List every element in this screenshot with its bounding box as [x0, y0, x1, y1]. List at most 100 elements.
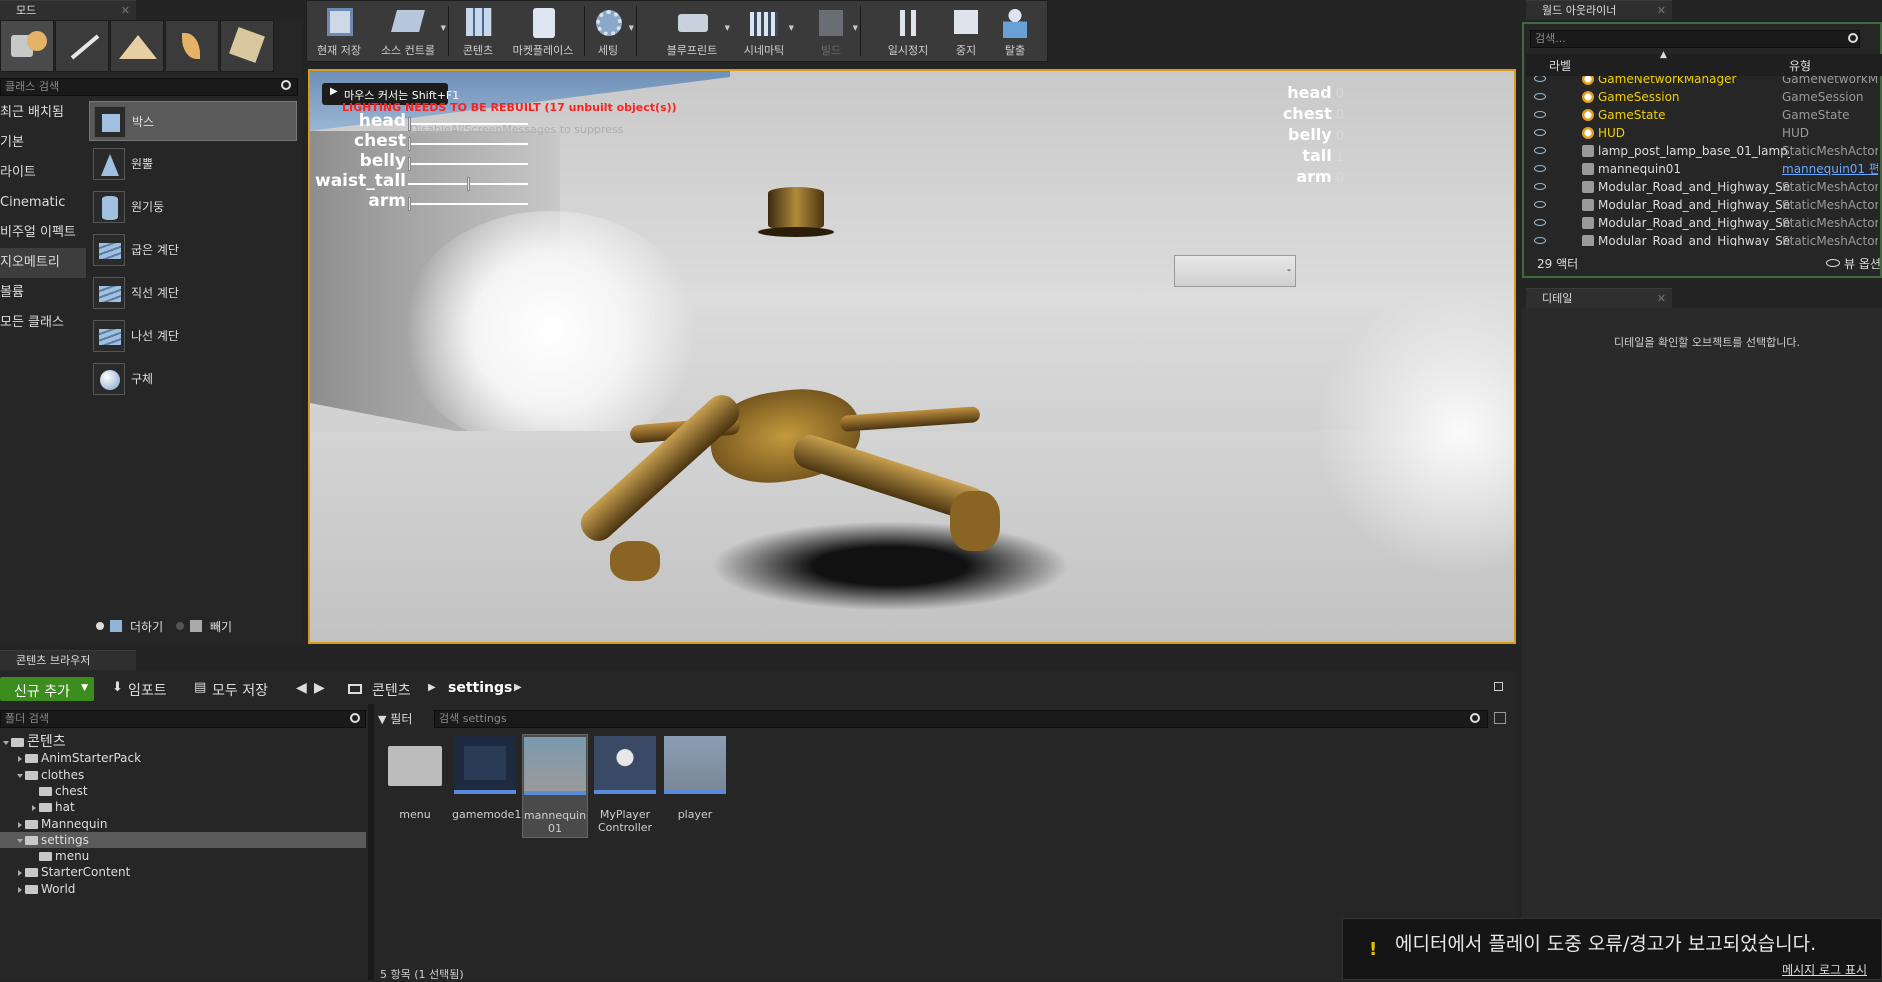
- toolbar-button-5[interactable]: 블루프린트 ▼: [656, 2, 730, 60]
- folder-tree-item[interactable]: AnimStarterPack: [0, 750, 366, 766]
- folder-tree-item[interactable]: settings: [0, 831, 366, 848]
- placeable-item[interactable]: 나선 계단: [89, 316, 297, 356]
- path-current[interactable]: settings: [448, 680, 512, 696]
- asset-tile[interactable]: player: [662, 734, 728, 838]
- add-radio[interactable]: [96, 622, 104, 630]
- eye-icon[interactable]: [1534, 183, 1546, 190]
- toolbar-button-0[interactable]: 현재 저장: [310, 2, 368, 60]
- paint-mode-icon[interactable]: [55, 20, 109, 72]
- eye-icon[interactable]: [1534, 76, 1546, 82]
- add-new-button[interactable]: 신규 추가 ▼: [0, 677, 94, 701]
- import-button[interactable]: 임포트: [128, 680, 167, 700]
- details-tab[interactable]: 디테일 ✕: [1526, 288, 1672, 308]
- collapse-arrow-icon[interactable]: [18, 821, 22, 828]
- outliner-row[interactable]: GameSession GameSession: [1526, 88, 1878, 106]
- slider-track[interactable]: [408, 137, 528, 151]
- outliner-row[interactable]: Modular_Road_and_Highway_Set_E StaticMesh…: [1526, 232, 1878, 246]
- placeable-item[interactable]: 원뿔: [89, 144, 297, 184]
- slider-track[interactable]: [408, 197, 528, 211]
- view-options-button[interactable]: 뷰 옵션: [1844, 255, 1881, 272]
- dropdown-arrow-icon[interactable]: ▼: [629, 24, 634, 32]
- dropdown-arrow-icon[interactable]: ▼: [789, 24, 794, 32]
- category-item[interactable]: 모든 클래스: [0, 308, 86, 338]
- slider-track[interactable]: [408, 177, 528, 191]
- asset-tile[interactable]: mannequin 01: [522, 734, 588, 838]
- placeable-item[interactable]: 굽은 계단: [89, 230, 297, 270]
- message-log-link[interactable]: 메시지 로그 표시: [1782, 961, 1867, 978]
- level-viewport[interactable]: ▶ 마우스 커서는 Shift+F1 LIGHTING NEEDS TO BE …: [308, 69, 1516, 644]
- eye-icon[interactable]: [1534, 219, 1546, 226]
- back-arrow-icon[interactable]: ◀: [296, 680, 307, 696]
- save-search-icon[interactable]: [1494, 712, 1506, 724]
- place-mode-icon[interactable]: [0, 20, 54, 72]
- search-icon[interactable]: [1470, 713, 1480, 723]
- folder-tree-item[interactable]: hat: [0, 799, 366, 815]
- close-icon[interactable]: ✕: [121, 1, 130, 20]
- toolbar-button-6[interactable]: 시네마틱 ▼: [736, 2, 794, 60]
- collapse-arrow-icon[interactable]: [18, 870, 22, 877]
- close-icon[interactable]: ✕: [1657, 1, 1666, 20]
- landscape-mode-icon[interactable]: [110, 20, 164, 72]
- outliner-row[interactable]: Modular_Road_and_Highway_Set_E StaticMesh…: [1526, 178, 1878, 196]
- toolbar-button-3[interactable]: 마켓플레이스: [506, 2, 580, 60]
- category-item[interactable]: 지오메트리: [0, 248, 86, 278]
- dropdown-arrow-icon[interactable]: ▼: [853, 24, 858, 32]
- outliner-row[interactable]: Modular_Road_and_Highway_Set_E StaticMesh…: [1526, 196, 1878, 214]
- category-item[interactable]: 최근 배치됨: [0, 98, 86, 128]
- placeable-item[interactable]: 원기둥: [89, 187, 297, 227]
- placeable-item[interactable]: 박스: [89, 101, 297, 141]
- search-icon[interactable]: [281, 80, 291, 90]
- outliner-row[interactable]: lamp_post_lamp_base_01_lamp_posStaticMes…: [1526, 142, 1878, 160]
- content-browser-tab[interactable]: 콘텐츠 브라우저: [0, 650, 136, 670]
- folder-tree-item[interactable]: menu: [0, 848, 366, 864]
- outliner-search-input[interactable]: 검색...: [1530, 30, 1860, 48]
- path-root[interactable]: 콘텐츠: [372, 680, 411, 700]
- search-icon[interactable]: [350, 713, 360, 723]
- collapse-arrow-icon[interactable]: [18, 756, 22, 763]
- col-type-header[interactable]: 유형: [1789, 57, 1811, 74]
- close-icon[interactable]: ✕: [1657, 289, 1666, 308]
- eye-icon[interactable]: [1534, 93, 1546, 100]
- foliage-mode-icon[interactable]: [165, 20, 219, 72]
- outliner-tab[interactable]: 월드 아웃라이너 ✕: [1526, 0, 1672, 20]
- category-item[interactable]: 기본: [0, 128, 86, 158]
- outliner-row[interactable]: HUD HUD: [1526, 124, 1878, 142]
- folder-tree-item[interactable]: World: [0, 881, 366, 897]
- category-item[interactable]: 볼륨: [0, 278, 86, 308]
- save-all-button[interactable]: 모두 저장: [212, 680, 268, 700]
- folder-tree-item[interactable]: 콘텐츠: [0, 734, 366, 750]
- category-item[interactable]: Cinematic: [0, 188, 86, 218]
- filter-button[interactable]: ▼ 필터: [378, 710, 432, 728]
- slider-track[interactable]: [408, 117, 528, 131]
- eye-icon[interactable]: [1534, 111, 1546, 118]
- folder-tree-item[interactable]: Mannequin: [0, 816, 366, 832]
- toolbar-button-4[interactable]: 세팅 ▼: [584, 2, 634, 60]
- subtract-radio[interactable]: [176, 622, 184, 630]
- eye-icon[interactable]: [1534, 201, 1546, 208]
- asset-search-input[interactable]: 검색 settings: [434, 710, 1488, 728]
- collapse-arrow-icon[interactable]: [18, 886, 22, 893]
- forward-arrow-icon[interactable]: ▶: [314, 680, 325, 696]
- outliner-row[interactable]: mannequin01 mannequin01 편: [1526, 160, 1878, 178]
- category-item[interactable]: 비주얼 이펙트: [0, 218, 86, 248]
- placeable-item[interactable]: 구체: [89, 359, 297, 399]
- toolbar-button-10[interactable]: 탈출: [990, 2, 1040, 60]
- modes-tab[interactable]: 모드 ✕: [0, 0, 136, 20]
- asset-tile[interactable]: gamemode1: [452, 734, 521, 838]
- category-item[interactable]: 라이트: [0, 158, 86, 188]
- eye-icon[interactable]: [1534, 147, 1546, 154]
- eye-icon[interactable]: [1534, 129, 1546, 136]
- search-icon[interactable]: [1848, 33, 1858, 43]
- slider-knob[interactable]: [408, 117, 411, 131]
- outliner-row[interactable]: GameNetworkManager GameNetworkMan: [1526, 76, 1878, 88]
- folder-tree-item[interactable]: StarterContent: [0, 864, 366, 880]
- folder-search-input[interactable]: 폴더 검색: [0, 710, 366, 728]
- outliner-row[interactable]: Modular_Road_and_Highway_Set_E StaticMesh…: [1526, 214, 1878, 232]
- slider-knob[interactable]: [467, 177, 470, 191]
- toolbar-button-9[interactable]: 중지: [944, 2, 988, 60]
- folder-tree-item[interactable]: clothes: [0, 767, 366, 783]
- slider-knob[interactable]: [408, 137, 411, 151]
- slider-track[interactable]: [408, 157, 528, 171]
- toolbar-button-1[interactable]: 소스 컨트롤 ▼: [372, 2, 446, 60]
- geometry-mode-icon[interactable]: [220, 20, 274, 72]
